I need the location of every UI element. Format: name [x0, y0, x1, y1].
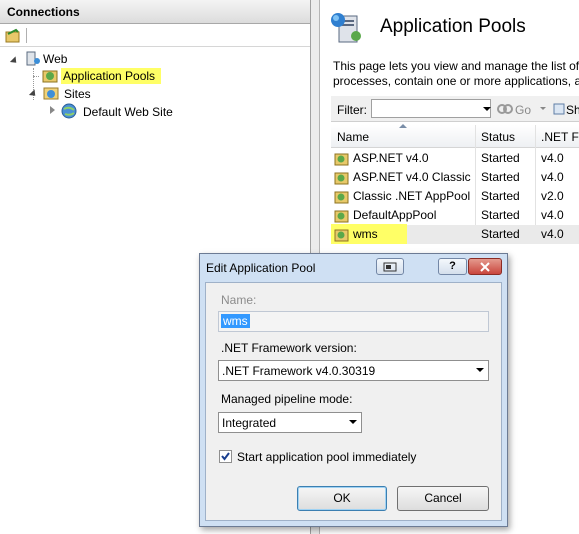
pool-name: Classic .NET AppPool	[353, 189, 471, 203]
close-icon	[480, 262, 490, 272]
pipeline-mode-select[interactable]: Integrated	[218, 412, 362, 433]
pipeline-label: Managed pipeline mode:	[221, 392, 353, 406]
connections-toolbar	[0, 25, 310, 47]
pool-status: Started	[481, 227, 520, 241]
checkmark-icon	[221, 452, 230, 461]
cancel-button[interactable]: Cancel	[397, 486, 489, 511]
pool-name: ASP.NET v4.0	[353, 151, 429, 165]
app-pool-icon	[334, 210, 349, 223]
page-description-line2: processes, contain one or more applicati…	[333, 74, 579, 88]
table-row[interactable]: Classic .NET AppPool Started v2.0	[331, 187, 579, 206]
go-button[interactable]: Go	[515, 103, 531, 117]
tree-collapse-default-site-icon[interactable]	[50, 106, 55, 114]
app-pool-icon	[334, 229, 349, 242]
window-icon	[383, 262, 397, 272]
go-icon[interactable]	[497, 101, 513, 117]
dialog-restore-button[interactable]	[376, 258, 404, 275]
app-pool-icon	[334, 172, 349, 185]
pool-status: Started	[481, 208, 520, 222]
framework-select[interactable]: .NET Framework v4.0.30319	[218, 360, 489, 381]
filter-dropdown-icon[interactable]	[483, 107, 491, 111]
table-row[interactable]: DefaultAppPool Started v4.0	[331, 206, 579, 225]
column-header-name[interactable]: Name	[337, 130, 369, 144]
table-row[interactable]: ASP.NET v4.0 Classic Started v4.0	[331, 168, 579, 187]
sort-ascending-icon	[399, 124, 407, 128]
filter-label: Filter:	[337, 103, 367, 117]
toolbar-divider	[26, 28, 27, 43]
tree-expand-sites-icon[interactable]	[28, 89, 39, 99]
pool-status: Started	[481, 151, 520, 165]
tree-item-application-pools[interactable]: Application Pools	[61, 68, 162, 84]
app-pools-icon	[42, 70, 58, 83]
pool-status: Started	[481, 170, 520, 184]
dialog-help-button[interactable]: ?	[438, 258, 467, 275]
name-label: Name:	[221, 293, 257, 307]
show-all-button[interactable]: Sh	[566, 103, 579, 117]
framework-label: .NET Framework version:	[221, 341, 357, 355]
sites-folder-icon	[43, 87, 59, 100]
framework-select-value: .NET Framework v4.0.30319	[222, 364, 376, 378]
pool-name: wms	[353, 227, 378, 241]
table-row[interactable]: ASP.NET v4.0 Started v4.0	[331, 149, 579, 168]
pool-name: DefaultAppPool	[353, 208, 437, 222]
name-field-value: wms	[221, 314, 250, 328]
chevron-down-icon	[349, 420, 357, 424]
tree-item-web[interactable]: Web	[43, 52, 67, 66]
pool-net-version: v4.0	[541, 170, 564, 184]
connect-icon[interactable]	[5, 28, 21, 43]
table-row-selected[interactable]: wms Started v4.0	[331, 224, 579, 244]
pool-net-version: v4.0	[541, 151, 564, 165]
tree-line	[33, 76, 39, 78]
ok-button[interactable]: OK	[297, 486, 387, 511]
column-header-net[interactable]: .NET Fr	[541, 130, 579, 144]
dialog-close-button[interactable]	[468, 258, 502, 275]
dialog-title: Edit Application Pool	[206, 261, 316, 275]
tree-item-default-web-site[interactable]: Default Web Site	[83, 105, 173, 119]
show-all-icon[interactable]	[552, 101, 566, 117]
application-pools-icon	[331, 13, 361, 43]
page-title: Application Pools	[380, 16, 526, 37]
start-immediately-label: Start application pool immediately	[237, 450, 417, 464]
pool-net-version: v2.0	[541, 189, 564, 203]
tree-item-sites[interactable]: Sites	[64, 87, 91, 101]
column-header-status[interactable]: Status	[481, 130, 515, 144]
tree-expand-web-icon[interactable]	[9, 56, 20, 66]
pool-net-version: v4.0	[541, 208, 564, 222]
filter-input[interactable]	[371, 99, 491, 118]
connections-header: Connections	[0, 0, 310, 24]
app-pool-icon	[334, 191, 349, 204]
pool-net-version: v4.0	[541, 227, 564, 241]
go-dropdown-icon[interactable]	[540, 107, 546, 110]
connections-title: Connections	[7, 5, 80, 19]
server-icon	[26, 51, 40, 66]
chevron-down-icon	[476, 368, 484, 372]
pool-name: ASP.NET v4.0 Classic	[353, 170, 471, 184]
start-immediately-checkbox[interactable]	[219, 450, 232, 463]
globe-icon	[61, 103, 77, 119]
pool-status: Started	[481, 189, 520, 203]
app-pool-icon	[334, 153, 349, 166]
name-field[interactable]: wms	[218, 311, 489, 332]
page-description-line1: This page lets you view and manage the l…	[333, 59, 579, 73]
pipeline-mode-value: Integrated	[222, 416, 277, 430]
